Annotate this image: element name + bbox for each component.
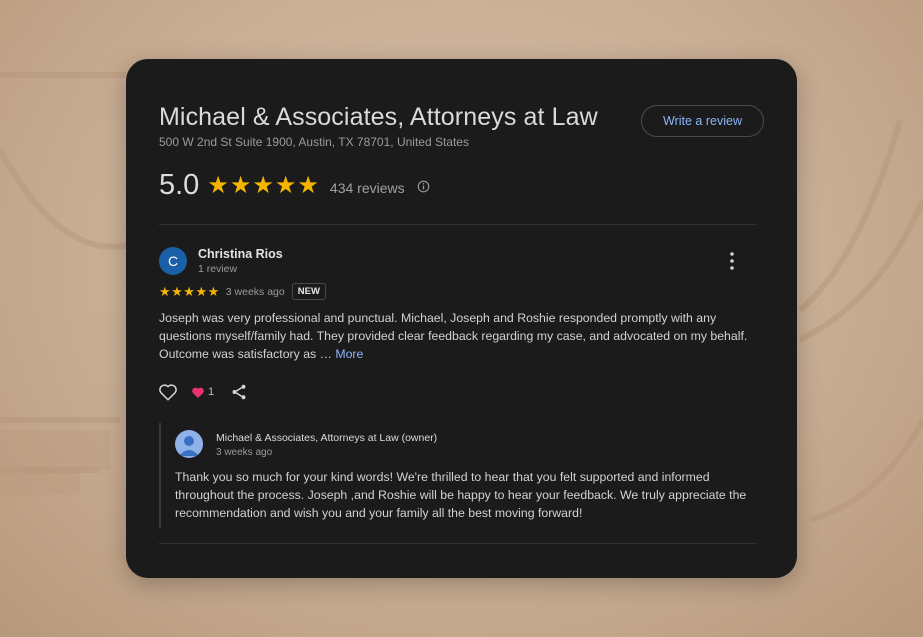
review-actions: 1: [158, 383, 248, 401]
review-time: 3 weeks ago: [225, 285, 285, 298]
business-address: 500 W 2nd St Suite 1900, Austin, TX 7870…: [159, 135, 469, 149]
rating-summary: 5.0 ★★★★★ 434 reviews: [159, 169, 430, 202]
owner-reply-text: Thank you so much for your kind words! W…: [175, 470, 747, 520]
review-count[interactable]: 434 reviews: [330, 180, 405, 196]
share-icon[interactable]: [230, 383, 248, 401]
reviewer-review-count: 1 review: [198, 263, 238, 275]
like-count: 1: [208, 386, 215, 398]
info-icon[interactable]: [417, 180, 430, 193]
more-vert-icon[interactable]: [724, 251, 740, 271]
rating-value: 5.0: [159, 169, 200, 201]
review-stars: ★★★★★: [159, 283, 220, 299]
reviewer-name[interactable]: Christina Rios: [198, 247, 283, 261]
heart-filled-icon: [192, 387, 204, 398]
owner-reply: Michael & Associates, Attorneys at Law (…: [159, 423, 761, 528]
new-badge: NEW: [291, 283, 326, 300]
owner-avatar-icon: [175, 430, 203, 458]
reviews-card: Michael & Associates, Attorneys at Law 5…: [126, 59, 797, 578]
write-review-button[interactable]: Write a review: [641, 105, 764, 137]
owner-reply-time: 3 weeks ago: [216, 447, 273, 458]
review-text: Joseph was very professional and punctua…: [159, 309, 749, 363]
review-body: Joseph was very professional and punctua…: [159, 311, 748, 361]
divider: [159, 543, 757, 544]
business-name: Michael & Associates, Attorneys at Law: [159, 103, 598, 131]
review-rating-row: ★★★★★ 3 weeks ago NEW: [159, 283, 326, 300]
owner-name: Michael & Associates, Attorneys at Law (…: [216, 432, 438, 444]
rating-stars: ★★★★★: [207, 171, 320, 199]
more-link[interactable]: More: [335, 347, 363, 361]
heart-outline-icon[interactable]: [158, 383, 178, 401]
divider: [159, 224, 757, 225]
reviewer-avatar[interactable]: C: [159, 247, 187, 275]
